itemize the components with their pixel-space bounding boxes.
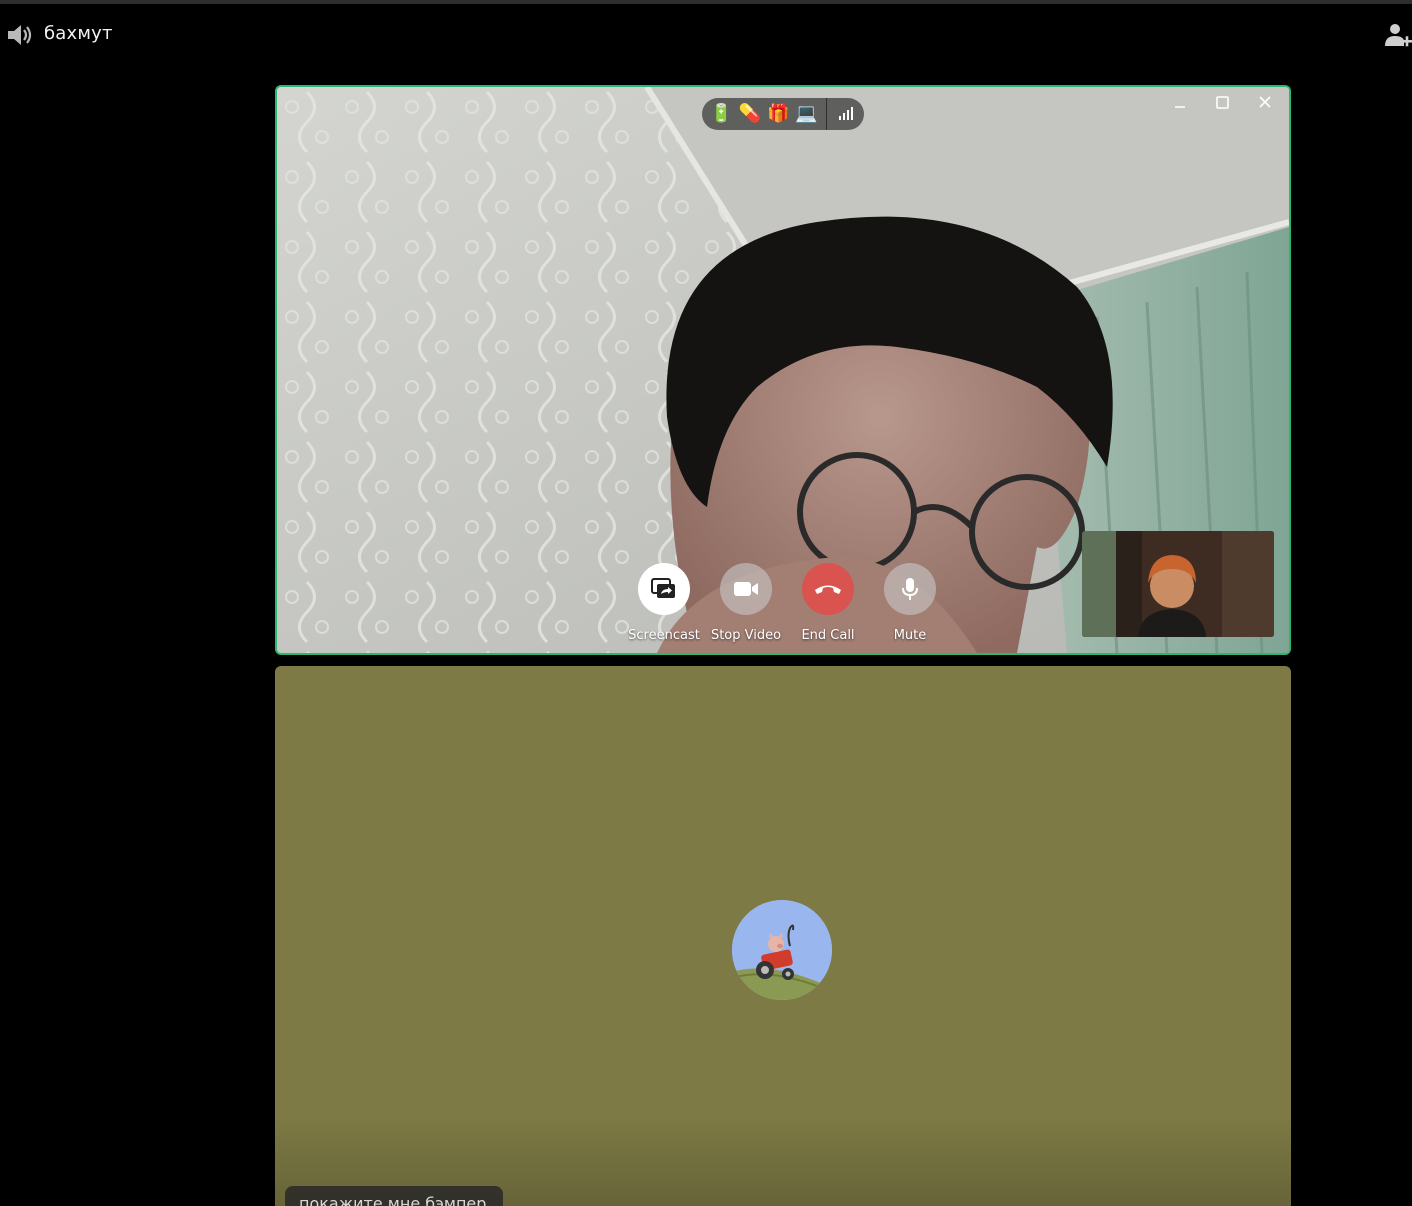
call-controls: Screencast Stop Video End Call Mute bbox=[623, 563, 947, 647]
battery-icon: 🔋 bbox=[710, 103, 733, 124]
channel-name: бахмут bbox=[44, 23, 113, 44]
self-view-video[interactable] bbox=[1082, 531, 1274, 637]
self-camera-feed bbox=[1082, 531, 1274, 637]
speaker-icon[interactable] bbox=[6, 22, 34, 48]
participant-name: покажите мне бэмпер bbox=[299, 1194, 487, 1206]
mute-button[interactable]: Mute bbox=[869, 563, 951, 643]
minimize-icon[interactable] bbox=[1167, 92, 1193, 114]
call-header: бахмут bbox=[0, 4, 1412, 64]
gift-icon: 🎁 bbox=[767, 103, 790, 124]
maximize-icon[interactable] bbox=[1209, 92, 1235, 114]
participant-tile[interactable]: покажите мне бэмпер bbox=[275, 666, 1291, 1206]
stop-video-label: Stop Video bbox=[710, 628, 782, 643]
screencast-icon bbox=[651, 578, 675, 598]
stop-video-button[interactable]: Stop Video bbox=[705, 563, 787, 643]
screencast-button[interactable]: Screencast bbox=[623, 563, 705, 643]
call-quality-icons: 🔋 💊 🎁 💻 bbox=[702, 98, 827, 130]
pig-on-tractor-avatar bbox=[732, 900, 832, 1000]
pill-icon: 💊 bbox=[738, 103, 761, 124]
mute-label: Mute bbox=[893, 628, 927, 643]
signal-bars-icon[interactable] bbox=[828, 98, 864, 130]
main-video-tile[interactable]: 🔋 💊 🎁 💻 Screencast Stop Video End Call M… bbox=[275, 85, 1291, 655]
close-icon[interactable] bbox=[1252, 92, 1278, 114]
add-user-icon[interactable] bbox=[1382, 20, 1412, 50]
camera-icon bbox=[734, 582, 758, 596]
end-call-label: End Call bbox=[801, 628, 855, 643]
screencast-label: Screencast bbox=[628, 628, 700, 643]
phone-hangup-icon bbox=[815, 585, 841, 594]
microphone-icon bbox=[902, 578, 918, 600]
end-call-button[interactable]: End Call bbox=[787, 563, 869, 643]
participant-name-tag: покажите мне бэмпер bbox=[285, 1186, 503, 1206]
laptop-icon: 💻 bbox=[795, 103, 818, 124]
call-stats-bar[interactable]: 🔋 💊 🎁 💻 bbox=[702, 98, 864, 130]
